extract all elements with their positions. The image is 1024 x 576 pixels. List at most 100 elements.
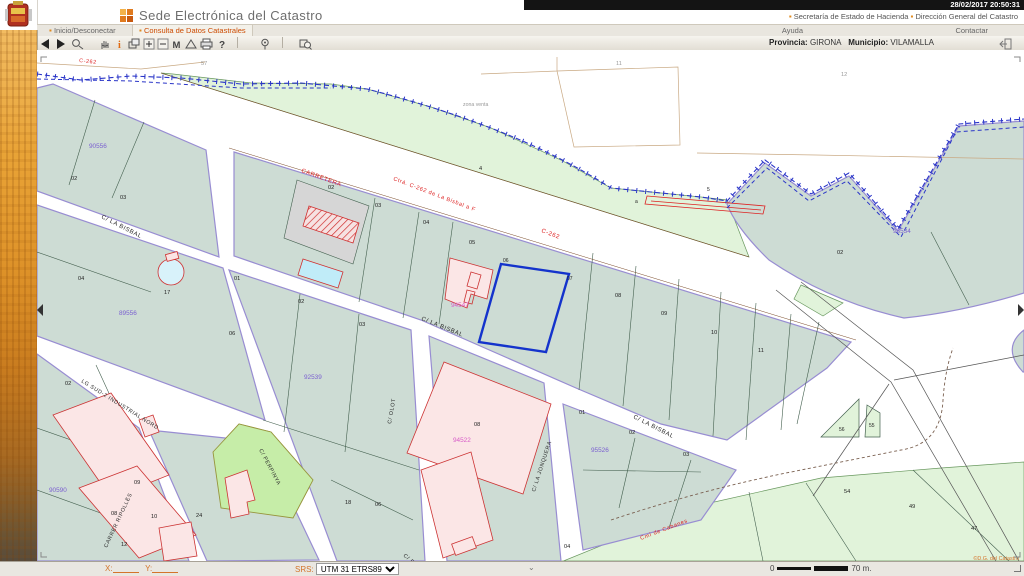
provincia-value: GIRONA bbox=[810, 38, 842, 47]
y-value-field bbox=[152, 564, 178, 573]
svg-text:06: 06 bbox=[229, 331, 235, 337]
catastro-app: 28/02/2017 20:50:31 Sede Electrónica del… bbox=[0, 0, 1024, 576]
parcel-label-94547: 94547 bbox=[451, 302, 469, 309]
svg-text:07: 07 bbox=[567, 276, 573, 282]
round-tank-building bbox=[158, 259, 184, 285]
svg-text:03: 03 bbox=[375, 203, 381, 209]
resize-grip[interactable] bbox=[1014, 565, 1021, 572]
link-dgc[interactable]: Dirección General del Catastro bbox=[915, 12, 1018, 21]
svg-text:12: 12 bbox=[121, 542, 127, 548]
spain-coat-of-arms-logo bbox=[0, 0, 38, 30]
tab-inicio-desconectar[interactable]: ▪ Inicio/Desconectar bbox=[43, 25, 122, 36]
measure-icon[interactable] bbox=[185, 37, 198, 49]
svg-text:02: 02 bbox=[328, 185, 334, 191]
datetime-bar: 28/02/2017 20:50:31 bbox=[524, 0, 1024, 10]
y-label: Y: bbox=[145, 564, 152, 573]
srs-select[interactable]: UTM 31 ETRS89 bbox=[316, 563, 399, 575]
municipio-label: Municipio: bbox=[848, 38, 888, 47]
info-icon[interactable]: i bbox=[114, 37, 127, 49]
municipio-value: VILAMALLA bbox=[890, 38, 934, 47]
svg-text:02: 02 bbox=[629, 430, 635, 436]
svg-text:06: 06 bbox=[375, 502, 381, 508]
exit-panel-icon[interactable] bbox=[999, 37, 1012, 49]
svg-text:02: 02 bbox=[298, 299, 304, 305]
chevron-down-icon[interactable]: ⌄ bbox=[528, 563, 535, 572]
status-bar: X: Y: ⌄ SRS: UTM 31 ETRS89 0 70 m. bbox=[0, 561, 1024, 576]
full-extent-button[interactable]: M bbox=[171, 37, 184, 49]
svg-text:04: 04 bbox=[564, 544, 570, 550]
svg-text:02: 02 bbox=[837, 250, 843, 256]
scale-bar: 0 70 m. bbox=[770, 564, 871, 573]
parcel-label-90590: 90590 bbox=[49, 487, 67, 494]
svg-text:01: 01 bbox=[579, 410, 585, 416]
svg-text:?: ? bbox=[219, 40, 225, 50]
pan-icon[interactable] bbox=[99, 37, 112, 49]
svg-text:04: 04 bbox=[423, 220, 429, 226]
help-icon[interactable]: ? bbox=[216, 37, 229, 49]
svg-text:49: 49 bbox=[909, 504, 915, 510]
svg-text:08: 08 bbox=[615, 293, 621, 299]
svg-text:02: 02 bbox=[65, 381, 71, 387]
catastro-squares-icon bbox=[120, 9, 133, 22]
layers-icon[interactable] bbox=[128, 37, 141, 49]
svg-text:09: 09 bbox=[661, 311, 667, 317]
zone-label-venta: zona venta bbox=[463, 102, 488, 108]
svg-text:10: 10 bbox=[711, 330, 717, 336]
svg-text:03: 03 bbox=[683, 452, 689, 458]
parcel-label-94522: 94522 bbox=[453, 437, 471, 444]
srs-label: SRS: bbox=[295, 565, 314, 574]
x-label: X: bbox=[105, 564, 113, 573]
provincia-label: Provincia: bbox=[769, 38, 808, 47]
svg-text:11: 11 bbox=[758, 348, 764, 354]
cadastral-map-viewport[interactable]: CARRETERA Ctrá. C-262 de La Bisbal a F C… bbox=[37, 50, 1024, 562]
locate-icon[interactable] bbox=[259, 37, 272, 49]
coordinate-readout: X: Y: bbox=[105, 564, 178, 573]
decorative-left-banner bbox=[0, 30, 38, 576]
forward-icon[interactable] bbox=[54, 37, 67, 49]
parcel-label-90556: 90556 bbox=[89, 143, 107, 150]
zoom-icon[interactable] bbox=[71, 37, 84, 49]
map-toolbar: i M ? Provincia: GIRONA Municipio: VILAM… bbox=[37, 36, 1024, 51]
parcel-label-98534: 98534 bbox=[893, 228, 911, 235]
brand: Sede Electrónica del Catastro bbox=[120, 8, 323, 23]
parcel-label-95526: 95526 bbox=[591, 447, 609, 454]
svg-text:56: 56 bbox=[839, 427, 845, 433]
svg-text:08: 08 bbox=[474, 422, 480, 428]
svg-text:05: 05 bbox=[469, 240, 475, 246]
svg-text:57: 57 bbox=[201, 61, 207, 67]
svg-text:18: 18 bbox=[345, 500, 351, 506]
scale-segment bbox=[814, 566, 848, 571]
datetime: 28/02/2017 20:50:31 bbox=[950, 0, 1020, 9]
zoom-out-button[interactable] bbox=[157, 37, 170, 49]
scale-segment bbox=[777, 567, 811, 570]
tab-ayuda[interactable]: Ayuda bbox=[776, 25, 809, 36]
link-secretaria[interactable]: Secretaría de Estado de Hacienda bbox=[794, 12, 909, 21]
svg-text:01: 01 bbox=[234, 276, 240, 282]
svg-text:11: 11 bbox=[616, 61, 622, 67]
svg-text:17: 17 bbox=[164, 290, 170, 296]
tab-consulta-datos[interactable]: ▪ Consulta de Datos Catastrales bbox=[132, 25, 253, 36]
tab-contactar[interactable]: Contactar bbox=[949, 25, 994, 36]
map-canvas[interactable]: CARRETERA Ctrá. C-262 de La Bisbal a F C… bbox=[37, 50, 1024, 562]
bullet-icon: ▪ bbox=[911, 12, 914, 21]
svg-text:55: 55 bbox=[869, 423, 875, 429]
print-icon[interactable] bbox=[200, 37, 213, 49]
svg-text:54: 54 bbox=[844, 489, 850, 495]
svg-text:i: i bbox=[118, 40, 121, 50]
parcel-label-92539: 92539 bbox=[304, 374, 322, 381]
svg-text:12: 12 bbox=[841, 72, 847, 78]
svg-text:47: 47 bbox=[971, 526, 977, 532]
back-icon[interactable] bbox=[39, 37, 52, 49]
query-icon[interactable] bbox=[299, 37, 312, 49]
svg-text:06: 06 bbox=[503, 258, 509, 264]
svg-text:08: 08 bbox=[111, 511, 117, 517]
svg-text:03: 03 bbox=[120, 195, 126, 201]
svg-text:09: 09 bbox=[134, 480, 140, 486]
zoom-in-button[interactable] bbox=[143, 37, 156, 49]
scale-start: 0 bbox=[770, 564, 774, 573]
page-title: Sede Electrónica del Catastro bbox=[139, 8, 323, 23]
toolbar-separator bbox=[237, 37, 238, 48]
x-value-field bbox=[113, 564, 139, 573]
svg-text:24: 24 bbox=[196, 513, 202, 519]
toolbar-separator bbox=[282, 37, 283, 48]
